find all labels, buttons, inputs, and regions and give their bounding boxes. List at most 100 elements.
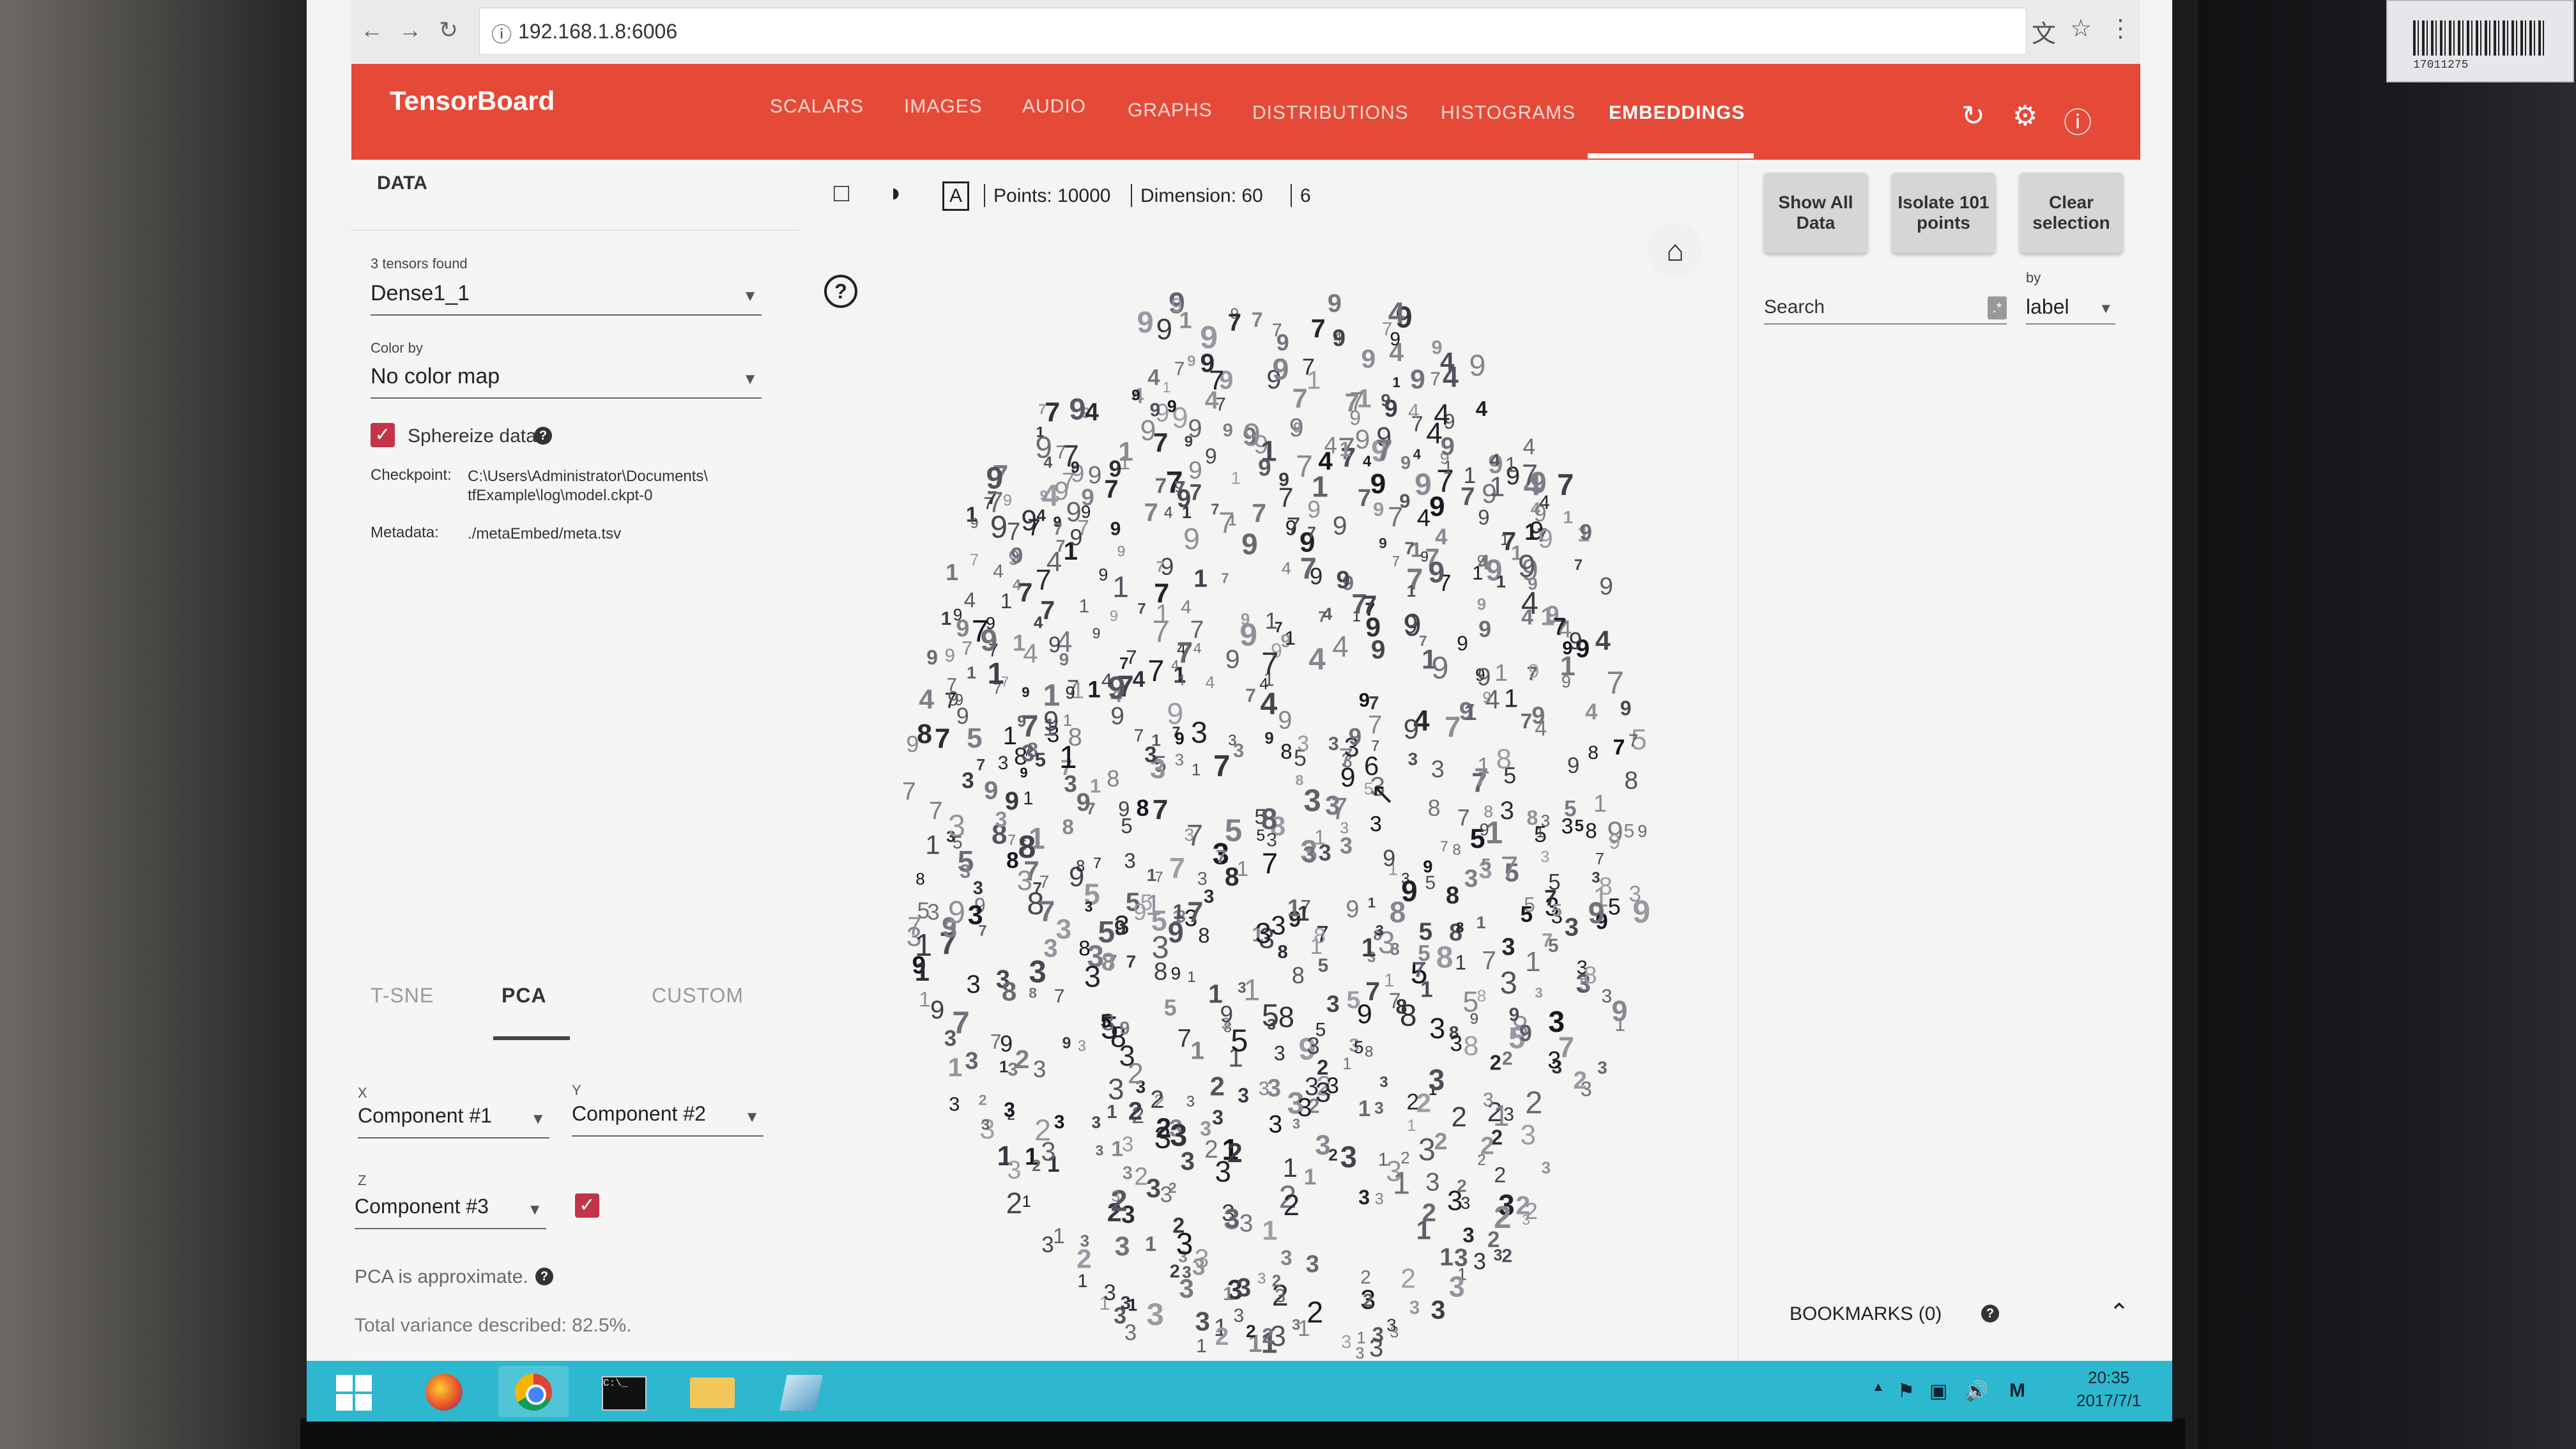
embedding-point[interactable]: 3 [944, 1026, 956, 1051]
embedding-point[interactable]: 3 [1501, 934, 1515, 961]
embedding-point[interactable]: 7 [1174, 358, 1185, 379]
embedding-point[interactable]: 7 [1331, 792, 1348, 826]
embedding-point[interactable]: 9 [1399, 490, 1410, 512]
color-by-select[interactable]: No color map ▼ [371, 364, 762, 399]
point-cloud[interactable]: 5397133839274281989117334241985727337233… [799, 160, 1738, 1374]
embedding-point[interactable]: 1 [1013, 630, 1025, 656]
embedding-point[interactable]: 2 [1210, 1071, 1225, 1101]
embedding-point[interactable]: 9 [1477, 595, 1486, 614]
embedding-point[interactable]: 3 [1017, 865, 1032, 896]
embedding-point[interactable]: 7 [1302, 354, 1315, 380]
embedding-point[interactable]: 4 [1034, 613, 1043, 632]
embedding-point[interactable]: 9 [930, 996, 944, 1024]
embedding-point[interactable]: 7 [1595, 850, 1604, 868]
tab-images[interactable]: IMAGES [904, 96, 983, 118]
embedding-point[interactable]: 7 [1008, 831, 1016, 848]
embedding-point[interactable]: 3 [1449, 1271, 1465, 1303]
embedding-point[interactable]: 7 [1155, 474, 1167, 498]
bookmarks-header[interactable]: BOOKMARKS (0) [1790, 1303, 1942, 1325]
embedding-point[interactable]: 9 [1156, 312, 1173, 346]
embedding-point[interactable]: 5 [1521, 902, 1533, 927]
embedding-point[interactable]: 3 [927, 900, 939, 924]
embedding-point[interactable]: 3 [1315, 1130, 1330, 1161]
embedding-point[interactable]: 8 [1365, 1043, 1373, 1061]
embedding-point[interactable]: 1 [1000, 589, 1012, 613]
embedding-point[interactable]: 7 [1211, 501, 1219, 518]
embedding-point[interactable]: 3 [1234, 1305, 1245, 1326]
embedding-point[interactable]: 1 [1023, 788, 1033, 809]
embedding-point[interactable]: 2 [1262, 1324, 1273, 1347]
embedding-point[interactable]: 8 [1078, 937, 1090, 960]
embedding-point[interactable]: 3 [1292, 1316, 1300, 1333]
embedding-point[interactable]: 7 [1252, 498, 1266, 528]
embedding-point[interactable]: 9 [1220, 1001, 1234, 1027]
embedding-point[interactable]: 2 [1363, 1291, 1373, 1311]
tab-embeddings[interactable]: EMBEDDINGS [1609, 102, 1745, 124]
embedding-point[interactable]: 2 [1015, 1045, 1030, 1074]
embedding-point[interactable]: 7 [1392, 553, 1400, 569]
embedding-point[interactable]: 3 [1041, 1136, 1055, 1166]
chrome-icon[interactable] [498, 1366, 569, 1417]
embedding-point[interactable]: 1 [1145, 1232, 1156, 1255]
embedding-point[interactable]: 7 [1093, 855, 1101, 872]
embedding-point[interactable]: 1 [1443, 458, 1453, 479]
embedding-point[interactable]: 9 [1431, 651, 1448, 686]
embedding-point[interactable]: 9 [1478, 616, 1491, 642]
embedding-point[interactable]: 8 [1446, 882, 1459, 909]
embedding-point[interactable]: 8 [1464, 1031, 1479, 1061]
embedding-point[interactable]: 9 [956, 615, 969, 642]
system-clock[interactable]: 20:35 2017/7/1 [2076, 1366, 2141, 1412]
embedding-point[interactable]: 9 [926, 646, 938, 669]
help-icon[interactable]: ⓘ [2064, 100, 2092, 141]
embedding-point[interactable]: 3 [1429, 1063, 1445, 1096]
embedding-point[interactable]: 4 [1171, 657, 1179, 673]
embedding-point[interactable]: 7 [1287, 513, 1301, 541]
canvas-help-icon[interactable]: ? [824, 275, 857, 308]
embedding-point[interactable]: 9 [1175, 729, 1184, 748]
embedding-point[interactable]: 7 [1221, 570, 1229, 586]
embedding-point[interactable]: 3 [967, 970, 981, 999]
embedding-point[interactable]: 3 [1425, 1169, 1439, 1197]
embedding-point[interactable]: 7 [1154, 578, 1169, 609]
embedding-point[interactable]: 1 [1077, 1271, 1087, 1291]
embedding-point[interactable]: 3 [1328, 733, 1339, 755]
embedding-point[interactable]: 4 [1408, 399, 1420, 422]
embedding-point[interactable]: 2 [1400, 1263, 1416, 1294]
embedding-point[interactable]: 2 [1525, 1198, 1538, 1224]
embedding-point[interactable]: 5 [1624, 820, 1635, 841]
embedding-point[interactable]: 3 [1007, 1156, 1021, 1184]
embedding-point[interactable]: 8 [1107, 765, 1119, 792]
embedding-point[interactable]: 5 [1552, 900, 1562, 920]
embedding-point[interactable]: 7 [1262, 847, 1278, 880]
embedding-point[interactable]: 9 [1003, 492, 1012, 510]
embedding-point[interactable]: 9 [1431, 336, 1442, 358]
embedding-point[interactable]: 4 [1206, 673, 1215, 692]
embedding-point[interactable]: 2 [1284, 1188, 1300, 1222]
embedding-point[interactable]: 3 [1450, 1031, 1462, 1056]
embedding-point[interactable]: 1 [1182, 503, 1192, 522]
embedding-point[interactable]: 8 [1278, 942, 1288, 962]
embedding-point[interactable]: 4 [1413, 447, 1422, 463]
embedding-point[interactable]: 1 [1231, 468, 1241, 488]
embedding-point[interactable]: 8 [1483, 802, 1492, 821]
embedding-point[interactable]: 4 [1595, 625, 1611, 656]
embedding-point[interactable]: 5 [1164, 995, 1177, 1021]
embedding-point[interactable]: 3 [1503, 1104, 1514, 1125]
embedding-point[interactable]: 9 [1114, 916, 1126, 939]
clear-selection-button[interactable]: Clear selection [2020, 172, 2123, 253]
embedding-point[interactable]: 3 [1124, 848, 1135, 872]
embedding-point[interactable]: 3 [1085, 898, 1093, 915]
embedding-point[interactable]: 7 [1272, 320, 1282, 341]
embedding-point[interactable]: 1 [1193, 565, 1208, 593]
embedding-point[interactable]: 8 [1154, 958, 1168, 985]
embedding-point[interactable]: 4 [1523, 434, 1535, 459]
embedding-point[interactable]: 9 [1070, 525, 1082, 551]
embedding-point[interactable]: 4 [919, 684, 934, 715]
embedding-point[interactable]: 9 [1519, 1020, 1532, 1046]
embedding-point[interactable]: 1 [1283, 1153, 1298, 1183]
embedding-point[interactable]: 3 [1521, 1119, 1536, 1151]
embedding-point[interactable]: 1 [1043, 679, 1061, 713]
embedding-point[interactable]: 2 [1307, 1295, 1323, 1329]
embedding-point[interactable]: 4 [1363, 453, 1372, 470]
embedding-point[interactable]: 7 [1245, 685, 1256, 706]
